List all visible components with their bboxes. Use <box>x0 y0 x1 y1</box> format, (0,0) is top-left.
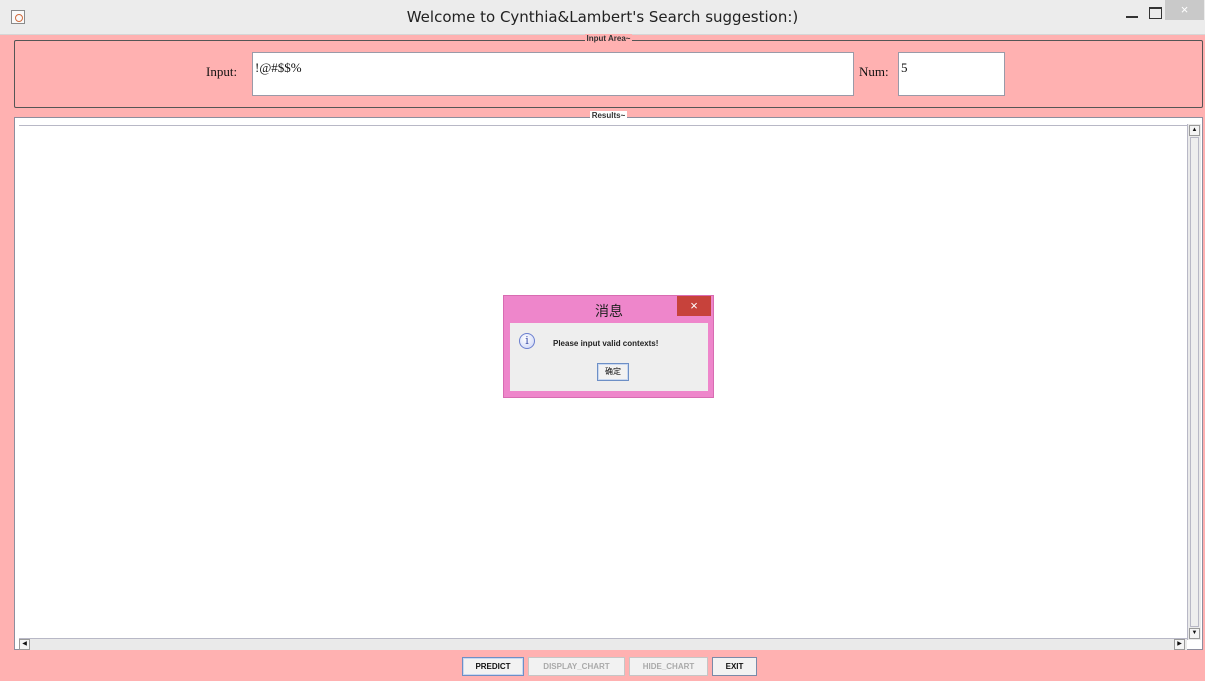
message-dialog: 消息 × i Please input valid contexts! 确定 <box>503 295 714 398</box>
horizontal-scrollbar[interactable]: ◀ ▶ <box>19 638 1187 650</box>
input-field[interactable]: !@#$$% <box>252 52 854 96</box>
button-bar: PREDICT DISPLAY_CHART HIDE_CHART EXIT <box>0 652 1205 681</box>
input-area-panel: Input Area~ Input: !@#$$% Num: 5 <box>14 34 1203 108</box>
input-area-legend: Input Area~ <box>584 34 633 43</box>
vertical-scroll-thumb[interactable] <box>1190 137 1199 627</box>
scroll-up-icon[interactable]: ▲ <box>1189 125 1200 136</box>
dialog-body: i Please input valid contexts! 确定 <box>510 323 708 391</box>
minimize-icon[interactable] <box>1126 16 1138 18</box>
input-label: Input: <box>206 64 238 79</box>
scroll-right-icon[interactable]: ▶ <box>1174 639 1185 650</box>
dialog-message: Please input valid contexts! <box>553 339 659 348</box>
vertical-scrollbar[interactable]: ▲ ▼ <box>1187 124 1201 640</box>
dialog-close-icon[interactable]: × <box>677 296 711 316</box>
maximize-icon[interactable] <box>1149 7 1162 19</box>
display-chart-button[interactable]: DISPLAY_CHART <box>528 657 625 676</box>
predict-button[interactable]: PREDICT <box>462 657 524 676</box>
num-field[interactable]: 5 <box>898 52 1005 96</box>
num-label: Num: <box>859 64 889 79</box>
scroll-down-icon[interactable]: ▼ <box>1189 628 1200 639</box>
window-title: Welcome to Cynthia&Lambert's Search sugg… <box>406 8 799 26</box>
close-icon[interactable]: × <box>1165 0 1204 20</box>
info-icon: i <box>519 333 535 349</box>
scroll-left-icon[interactable]: ◀ <box>19 639 30 650</box>
results-legend: Results~ <box>589 111 628 120</box>
ok-button[interactable]: 确定 <box>597 363 629 381</box>
hide-chart-button[interactable]: HIDE_CHART <box>629 657 708 676</box>
exit-button[interactable]: EXIT <box>712 657 757 676</box>
title-bar: Welcome to Cynthia&Lambert's Search sugg… <box>0 0 1205 35</box>
